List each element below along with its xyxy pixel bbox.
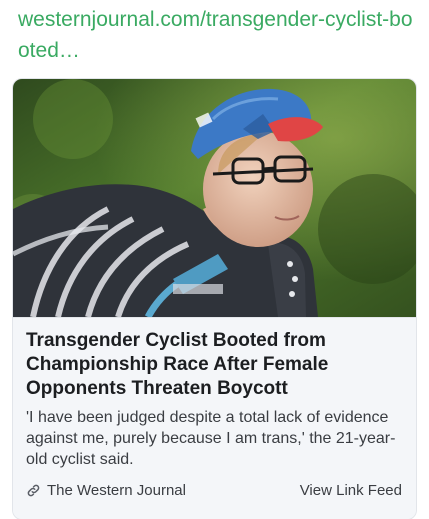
article-url-link[interactable]: westernjournal.com/transgender-cyclist-b… — [18, 4, 418, 66]
article-thumbnail-image[interactable] — [13, 79, 416, 317]
view-link-feed-button[interactable]: View Link Feed — [300, 482, 402, 499]
link-preview-card[interactable]: Transgender Cyclist Booted from Champion… — [13, 79, 416, 519]
card-body: Transgender Cyclist Booted from Champion… — [13, 317, 416, 519]
source-name: The Western Journal — [47, 482, 186, 499]
link-icon — [27, 484, 40, 497]
article-description: 'I have been judged despite a total lack… — [26, 409, 396, 468]
article-title[interactable]: Transgender Cyclist Booted from Champion… — [26, 329, 406, 401]
card-footer: The Western Journal View Link Feed — [26, 479, 404, 501]
source-attribution: The Western Journal — [26, 482, 186, 499]
